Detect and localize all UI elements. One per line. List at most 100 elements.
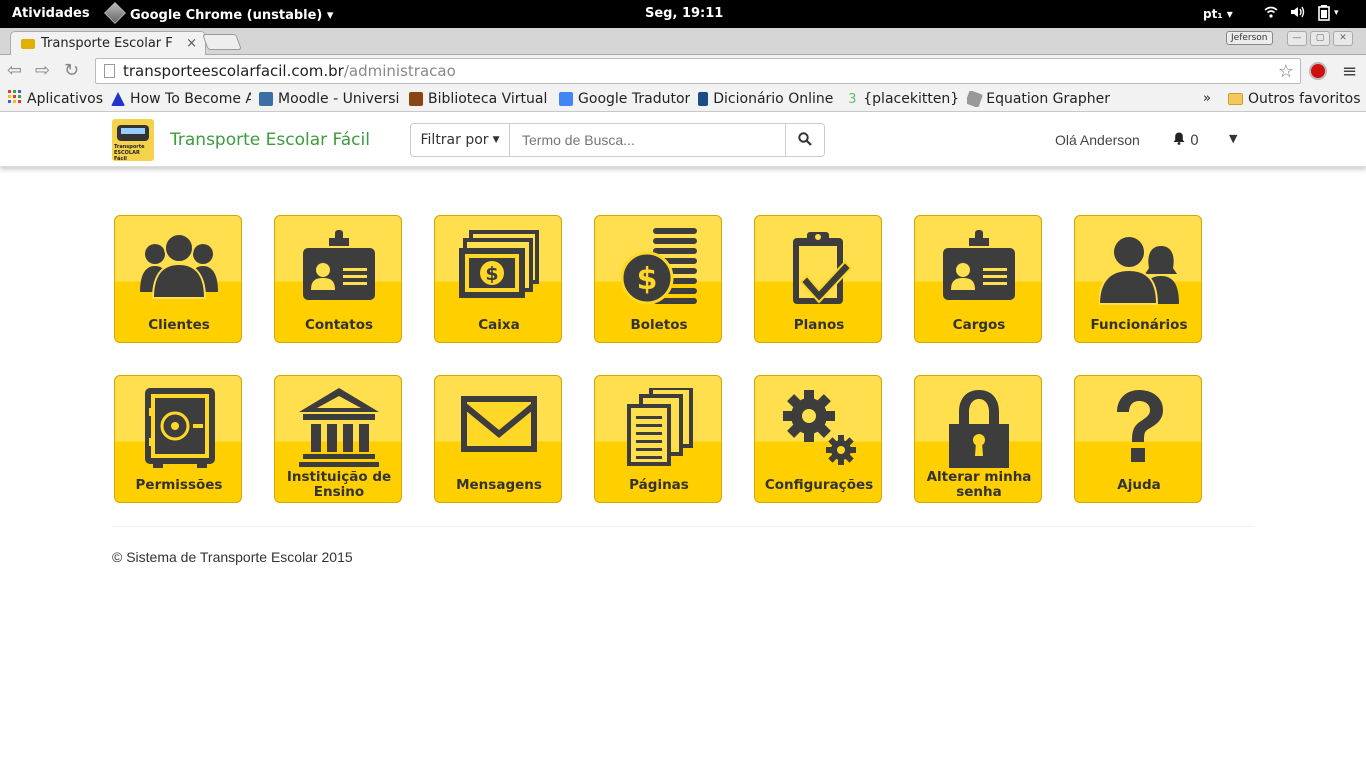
tile-label: Ajuda [1117, 477, 1161, 493]
filter-dropdown-button[interactable]: Filtrar por ▼ [410, 123, 510, 157]
tile-ajuda[interactable]: Ajuda [1074, 375, 1202, 503]
bookmark-label: Biblioteca Virtual [428, 91, 548, 107]
bus-logo-icon [117, 125, 149, 141]
new-tab-button[interactable] [202, 34, 242, 50]
other-bookmarks[interactable]: Outros favoritos [1228, 91, 1361, 107]
search-button[interactable] [786, 123, 825, 157]
search-input[interactable] [510, 123, 786, 157]
bookmark-label: Dicionário Online [713, 91, 834, 107]
window-controls: — ▢ ✕ [1287, 31, 1353, 46]
profile-button[interactable]: Jeferson [1226, 31, 1273, 45]
minimize-button[interactable]: — [1287, 31, 1307, 46]
envelope-icon [461, 396, 537, 452]
tile-planos[interactable]: Planos [754, 215, 882, 343]
book-favicon-icon [409, 92, 424, 106]
svg-text:$: $ [485, 263, 498, 285]
triangle-favicon-icon [111, 92, 126, 106]
question-icon [1117, 390, 1163, 462]
reload-icon[interactable]: ↻ [64, 60, 79, 81]
tile-caixa[interactable]: $ Caixa [434, 215, 562, 343]
bookmark-apps[interactable]: Aplicativos [8, 90, 103, 108]
adblock-icon[interactable] [1309, 62, 1327, 80]
logo-text: Transporte ESCOLAR Fácil [114, 144, 145, 161]
tile-funcionarios[interactable]: Funcionários [1074, 215, 1202, 343]
tab-title: Transporte Escolar F [41, 36, 173, 51]
tile-label: Boletos [630, 317, 688, 333]
tile-label: Funcionários [1090, 317, 1188, 333]
user-greeting[interactable]: Olá Anderson [1055, 132, 1140, 148]
filter-label: Filtrar por [420, 132, 489, 148]
tile-label: Mensagens [456, 477, 542, 493]
tile-label: Contatos [304, 317, 374, 333]
bookmarks-bar: Aplicativos How To Become A Moodle - Uni… [0, 87, 1366, 112]
bookmarks-overflow-button[interactable]: » [1203, 91, 1211, 106]
volume-icon [1290, 5, 1306, 25]
address-bar[interactable]: transporteescolarfacil.com.br /administr… [95, 58, 1301, 84]
id-card-icon [303, 230, 375, 300]
app-menu[interactable]: Google Chrome (unstable) ▾ [104, 2, 333, 24]
back-icon[interactable]: ⇦ [7, 60, 22, 81]
tile-paginas[interactable]: Páginas [594, 375, 722, 503]
battery-icon [1318, 5, 1330, 25]
forward-icon[interactable]: ⇨ [35, 60, 50, 81]
folder-icon [1228, 93, 1243, 105]
chrome-menu-icon[interactable]: ≡ [1342, 61, 1357, 82]
activities-button[interactable]: Atividades [12, 6, 90, 21]
bookmark-equation-grapher[interactable]: Equation Grapher [967, 91, 1110, 107]
url-path: /administracao [343, 62, 456, 80]
bookmark-label: How To Become A [130, 91, 252, 107]
wifi-icon [1264, 5, 1278, 25]
brand-name[interactable]: Transporte Escolar Fácil [170, 130, 370, 150]
institution-icon [299, 388, 379, 467]
page-icon [104, 64, 115, 78]
system-menu-caret-icon: ▾ [1334, 8, 1339, 18]
browser-tab[interactable]: Transporte Escolar F × [10, 31, 206, 55]
tile-boletos[interactable]: $ Boletos [594, 215, 722, 343]
bookmark-label: Equation Grapher [986, 91, 1110, 107]
tile-alterar-minha-senha[interactable]: Alterar minha senha [914, 375, 1042, 503]
tab-close-icon[interactable]: × [186, 36, 197, 51]
tile-label: Cargos [952, 317, 1006, 333]
site-logo[interactable]: Transporte ESCOLAR Fácil [112, 119, 154, 161]
footer-copyright: © Sistema de Transporte Escolar 2015 [112, 549, 353, 565]
notifications-button[interactable]: 0 [1173, 132, 1199, 149]
coins-icon: $ [620, 228, 697, 305]
tile-instituicao-de-ensino[interactable]: Instituição de Ensino [274, 375, 402, 503]
tile-configuracoes[interactable]: Configurações [754, 375, 882, 503]
tile-cargos[interactable]: Cargos [914, 215, 1042, 343]
maximize-button[interactable]: ▢ [1310, 31, 1330, 46]
tile-mensagens[interactable]: Mensagens [434, 375, 562, 503]
user-menu-caret-icon[interactable]: ▼ [1229, 132, 1237, 145]
employees-icon [1099, 235, 1179, 305]
bookmark-placekitten[interactable]: 3 {placekitten} [848, 91, 959, 107]
safe-icon [145, 388, 215, 468]
os-top-bar: Atividades Google Chrome (unstable) ▾ Se… [0, 0, 1366, 28]
pages-icon [627, 388, 693, 466]
bookmark-moodle[interactable]: Moodle - Universi [259, 91, 401, 107]
users-icon [140, 233, 218, 299]
tile-permissoes[interactable]: Permissões [114, 375, 242, 503]
keyboard-layout[interactable]: pt₁ ▾ [1203, 7, 1233, 21]
tile-label: Clientes [148, 317, 210, 333]
browser-toolbar: ⇦ ⇨ ↻ transporteescolarfacil.com.br /adm… [0, 55, 1366, 87]
tile-label: Alterar minha senha [926, 469, 1032, 500]
bookmark-dicionario[interactable]: Dicionário Online [698, 91, 840, 107]
bookmark-label: Moodle - Universi [278, 91, 400, 107]
tile-clientes[interactable]: Clientes [114, 215, 242, 343]
search-icon [798, 131, 812, 150]
close-window-button[interactable]: ✕ [1333, 31, 1353, 46]
chrome-app-icon [104, 2, 126, 24]
system-tray[interactable]: ▾ [1264, 5, 1339, 25]
bookmark-star-icon[interactable]: ☆ [1278, 61, 1294, 82]
bookmark-biblioteca[interactable]: Biblioteca Virtual [409, 91, 551, 107]
bookmark-google-tradutor[interactable]: Google Tradutor [559, 91, 690, 107]
clock[interactable]: Seg, 19:11 [645, 6, 723, 21]
bookmark-how-to-become[interactable]: How To Become A [111, 91, 251, 107]
bookmark-label: Google Tradutor [578, 91, 691, 107]
tile-contatos[interactable]: Contatos [274, 215, 402, 343]
id-card-icon [943, 230, 1015, 300]
grapher-favicon-icon [967, 91, 984, 107]
placekitten-favicon-icon: 3 [848, 92, 857, 107]
lock-icon [949, 390, 1009, 468]
other-bookmarks-label: Outros favoritos [1248, 91, 1361, 107]
